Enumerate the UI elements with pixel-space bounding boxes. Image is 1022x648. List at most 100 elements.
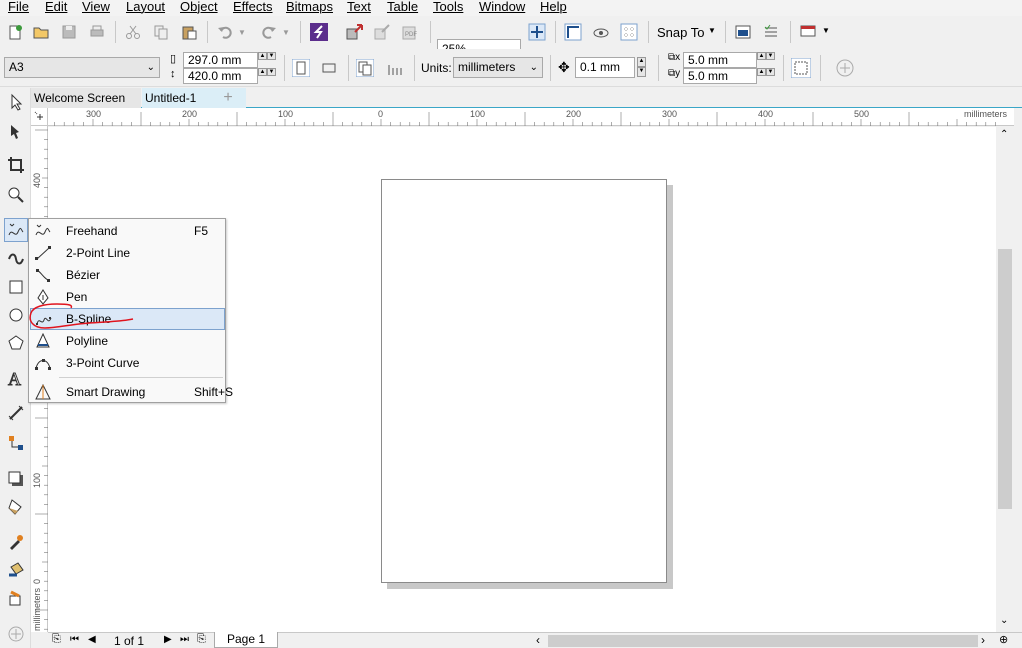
zoom-navigator-icon[interactable]: ⊕ bbox=[999, 633, 1008, 646]
print-icon[interactable] bbox=[86, 21, 108, 43]
width-spin-down[interactable]: ▼ bbox=[267, 52, 276, 60]
next-page-icon[interactable]: ▶ bbox=[164, 634, 172, 645]
flyout-item-3-point-curve[interactable]: 3-Point Curve bbox=[30, 352, 225, 374]
drop-shadow-icon[interactable] bbox=[4, 467, 28, 491]
menu-layout[interactable]: Layout bbox=[126, 0, 165, 14]
curve-tool-icon[interactable] bbox=[4, 218, 28, 242]
export-icon[interactable] bbox=[372, 21, 394, 43]
page-height-input[interactable]: 420.0 mm bbox=[183, 68, 258, 84]
menu-edit[interactable]: Edit bbox=[45, 0, 67, 14]
connector-tool-icon[interactable] bbox=[4, 431, 28, 455]
polygon-tool-icon[interactable] bbox=[4, 331, 28, 355]
height-spin-up[interactable]: ▲ bbox=[258, 68, 267, 76]
flyout-item-smart-drawing[interactable]: Smart Drawing Shift+S bbox=[30, 381, 233, 403]
add-tool-icon[interactable] bbox=[4, 622, 28, 646]
all-pages-icon[interactable] bbox=[354, 57, 376, 79]
publish-pdf-icon[interactable]: PDF bbox=[400, 21, 422, 43]
menu-tools[interactable]: Tools bbox=[433, 0, 463, 14]
width-spin-up[interactable]: ▲ bbox=[258, 52, 267, 60]
open-folder-icon[interactable] bbox=[30, 21, 52, 43]
horizontal-ruler[interactable]: 300 200 100 0 100 200 300 400 500 millim… bbox=[48, 108, 1014, 126]
scroll-up-icon[interactable]: ⌃ bbox=[1000, 129, 1008, 140]
scroll-down-icon[interactable]: ⌄ bbox=[1000, 615, 1008, 626]
new-document-icon[interactable] bbox=[4, 21, 26, 43]
page-size-select[interactable]: A3 ⌄ bbox=[4, 57, 160, 78]
show-grid-icon[interactable] bbox=[618, 21, 640, 43]
add-page-before-icon[interactable]: ⎘ bbox=[52, 633, 61, 646]
menu-table[interactable]: Table bbox=[387, 0, 418, 14]
add-page-after-icon[interactable]: ⎘ bbox=[197, 633, 206, 646]
tab-page-1[interactable]: Page 1 bbox=[214, 632, 278, 648]
dup-y-spin-up[interactable]: ▲ bbox=[757, 68, 766, 76]
zoom-options-icon[interactable] bbox=[526, 21, 548, 43]
launcher-dropdown-icon[interactable]: ▼ bbox=[822, 26, 830, 35]
page-width-input[interactable]: 297.0 mm bbox=[183, 52, 258, 68]
flyout-item-b-spline[interactable]: B-Spline bbox=[30, 308, 225, 330]
units-select[interactable]: millimeters ⌄ bbox=[453, 57, 543, 78]
transparency-icon[interactable] bbox=[4, 495, 28, 519]
horizontal-scrollbar-thumb[interactable] bbox=[548, 635, 978, 647]
duplicate-x-input[interactable]: 5.0 mm bbox=[683, 52, 757, 68]
pick-tool-icon[interactable] bbox=[4, 90, 28, 114]
flyout-item-bezier[interactable]: Bézier bbox=[30, 264, 225, 286]
tab-welcome-screen[interactable]: Welcome Screen bbox=[31, 88, 141, 108]
menu-window[interactable]: Window bbox=[479, 0, 525, 14]
height-spin-down[interactable]: ▼ bbox=[267, 68, 276, 76]
current-page-icon[interactable] bbox=[384, 57, 406, 79]
first-page-icon[interactable]: ⏮ bbox=[70, 634, 79, 645]
shape-tool-icon[interactable] bbox=[4, 119, 28, 143]
dup-x-spin-up[interactable]: ▲ bbox=[757, 52, 766, 60]
nudge-spin-down[interactable]: ▼ bbox=[637, 67, 646, 77]
snap-to-label[interactable]: Snap To bbox=[657, 25, 704, 40]
treat-as-filled-icon[interactable] bbox=[790, 57, 812, 79]
menu-effects[interactable]: Effects bbox=[233, 0, 273, 14]
vertical-scrollbar[interactable]: ⌃ ⌄ bbox=[996, 127, 1014, 632]
add-tab-icon[interactable]: + bbox=[218, 88, 238, 108]
search-content-icon[interactable] bbox=[308, 21, 330, 43]
cut-icon[interactable] bbox=[122, 21, 144, 43]
options-icon[interactable] bbox=[760, 21, 782, 43]
text-tool-icon[interactable]: A bbox=[4, 366, 28, 390]
menu-text[interactable]: Text bbox=[347, 0, 371, 14]
landscape-icon[interactable] bbox=[318, 57, 340, 79]
copy-icon[interactable] bbox=[150, 21, 172, 43]
flyout-item-polyline[interactable]: Polyline bbox=[30, 330, 225, 352]
ruler-origin[interactable] bbox=[31, 108, 48, 126]
portrait-icon[interactable] bbox=[290, 57, 312, 79]
redo-icon[interactable] bbox=[258, 21, 280, 43]
show-rulers-icon[interactable] bbox=[562, 21, 584, 43]
view-mode-eye-icon[interactable] bbox=[590, 21, 612, 43]
crop-tool-icon[interactable] bbox=[4, 153, 28, 177]
parallel-dimension-icon[interactable] bbox=[4, 401, 28, 425]
menu-help[interactable]: Help bbox=[540, 0, 567, 14]
nudge-distance-input[interactable]: 0.1 mm bbox=[575, 57, 635, 78]
scrollbar-thumb[interactable] bbox=[998, 249, 1012, 509]
undo-dropdown-icon[interactable]: ▼ bbox=[236, 21, 248, 43]
last-page-icon[interactable]: ⏭ bbox=[180, 634, 189, 645]
flyout-item-pen[interactable]: Pen bbox=[30, 286, 225, 308]
undo-icon[interactable] bbox=[214, 21, 236, 43]
duplicate-y-input[interactable]: 5.0 mm bbox=[683, 68, 757, 84]
menu-view[interactable]: View bbox=[82, 0, 110, 14]
application-launcher-icon[interactable] bbox=[797, 21, 819, 43]
color-eyedropper-icon[interactable] bbox=[4, 530, 28, 554]
rectangle-tool-icon[interactable] bbox=[4, 275, 28, 299]
menu-bitmaps[interactable]: Bitmaps bbox=[286, 0, 333, 14]
interactive-fill-icon[interactable] bbox=[4, 558, 28, 582]
nudge-spin-up[interactable]: ▲ bbox=[637, 57, 646, 67]
zoom-tool-icon[interactable] bbox=[4, 183, 28, 207]
flyout-item-freehand[interactable]: Freehand F5 bbox=[30, 220, 225, 242]
page-a3[interactable] bbox=[381, 179, 667, 583]
artistic-media-icon[interactable] bbox=[4, 246, 28, 270]
snap-to-dropdown-icon[interactable]: ▼ bbox=[708, 26, 716, 35]
dup-x-spin-down[interactable]: ▼ bbox=[766, 52, 775, 60]
dup-y-spin-down[interactable]: ▼ bbox=[766, 68, 775, 76]
welcome-screen-icon[interactable] bbox=[732, 21, 754, 43]
menu-object[interactable]: Object bbox=[180, 0, 218, 14]
import-icon[interactable] bbox=[344, 21, 366, 43]
scroll-left-icon[interactable]: ‹ bbox=[536, 633, 540, 647]
menu-file[interactable]: File bbox=[8, 0, 29, 14]
ellipse-tool-icon[interactable] bbox=[4, 303, 28, 327]
paste-icon[interactable] bbox=[178, 21, 200, 43]
flyout-item-2-point-line[interactable]: 2-Point Line bbox=[30, 242, 225, 264]
